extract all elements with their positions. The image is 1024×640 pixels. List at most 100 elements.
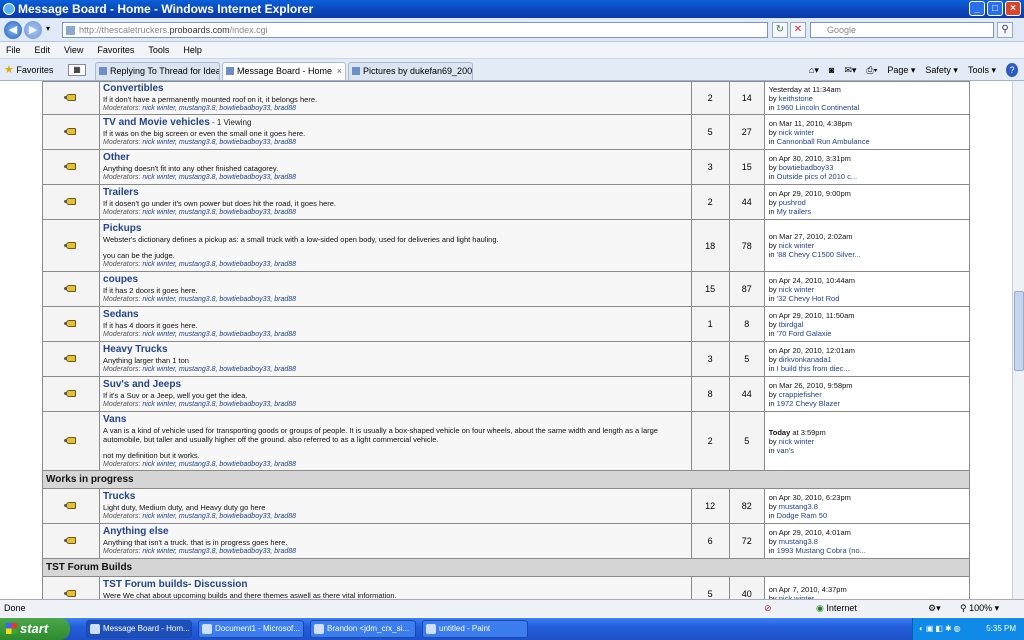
forum-description: If it has 4 doors it goes here. (103, 321, 198, 330)
moderators-links[interactable]: nick winter, mustang3.8, bowtiebadboy33,… (142, 105, 296, 112)
print-icon[interactable]: ⎙▾ (866, 63, 877, 77)
forum-name-link[interactable]: Pickups (103, 223, 141, 234)
mail-icon[interactable]: ✉▾ (844, 63, 856, 77)
menu-edit[interactable]: Edit (35, 42, 51, 58)
moderators-links[interactable]: nick winter, mustang3.8, bowtiebadboy33,… (142, 261, 296, 268)
no-new-posts-icon (64, 163, 77, 170)
taskbar-item-paint[interactable]: untitled - Paint (422, 620, 528, 638)
last-post-date: on Mar 27, 2010, 2:02am (769, 232, 965, 241)
popup-blocked-icon[interactable]: ⊘ (764, 600, 772, 617)
stop-icon[interactable]: ✕ (790, 22, 806, 38)
zoom-control[interactable]: ⚲ 100% ▾ (960, 600, 999, 617)
last-post-user-link[interactable]: nick winter (779, 437, 814, 446)
last-post-user-link[interactable]: nick winter (779, 128, 814, 137)
last-post-date-text: on Apr 30, 2010, 6:23pm (768, 492, 851, 502)
last-post-user-link[interactable]: nick winter (779, 285, 814, 294)
forum-name-link[interactable]: Heavy Trucks (103, 344, 168, 355)
menu-tools[interactable]: Tools (148, 42, 169, 58)
forum-name-link[interactable]: TV and Movie vehicles (103, 117, 210, 128)
forum-name-link[interactable]: Trucks (103, 491, 135, 502)
last-post-thread-link[interactable]: Cannonball Run Ambulance (777, 137, 870, 146)
close-tab-icon[interactable]: × (337, 63, 342, 79)
back-icon[interactable]: ◀ (4, 21, 22, 39)
forum-name-link[interactable]: Vans (103, 414, 126, 425)
last-post-user-link[interactable]: pushrod (779, 198, 806, 207)
favorites-button[interactable]: ★ Favorites (4, 63, 53, 77)
last-post-thread-link[interactable]: 1993 Mustang Cobra (no... (777, 546, 866, 555)
tab-replying[interactable]: Replying To Thread for Ideas... (95, 62, 220, 80)
forum-name-link[interactable]: Suv's and Jeeps (103, 379, 181, 390)
last-post-user-link[interactable]: bowtiebadboy33 (779, 163, 834, 172)
close-button[interactable]: × (1005, 1, 1021, 16)
last-post-user-link[interactable]: mustang3.8 (779, 502, 818, 511)
last-post-thread-link[interactable]: Dodge Ram 50 (777, 511, 827, 520)
scrollbar-thumb[interactable] (1014, 291, 1024, 371)
forum-name-link[interactable]: Other (103, 152, 130, 163)
forum-name-link[interactable]: Anything else (103, 526, 169, 537)
forum-name-link[interactable]: TST Forum builds- Discussion (103, 579, 247, 590)
last-post-user-link[interactable]: crappiefisher (779, 390, 822, 399)
moderators-links[interactable]: nick winter, mustang3.8, bowtiebadboy33,… (142, 209, 296, 216)
vertical-scrollbar[interactable] (1012, 81, 1024, 599)
moderators-links[interactable]: nick winter, mustang3.8, bowtiebadboy33,… (142, 513, 296, 520)
moderators-links[interactable]: nick winter, mustang3.8, bowtiebadboy33,… (142, 548, 296, 555)
taskbar-item-mail[interactable]: Brandon <jdm_crx_si... (310, 620, 416, 638)
tools-menu[interactable]: Tools ▾ (968, 63, 996, 77)
menu-favorites[interactable]: Favorites (97, 42, 134, 58)
taskbar-item-ie[interactable]: Message Board - Hom... (86, 620, 192, 638)
last-post-date-text: on Apr 30, 2010, 3:31pm (768, 153, 851, 163)
page-menu[interactable]: Page ▾ (887, 63, 915, 77)
search-icon[interactable]: ⚲ (997, 22, 1013, 38)
refresh-icon[interactable]: ↻ (772, 22, 788, 38)
history-dropdown-icon[interactable]: ▾ (46, 24, 50, 33)
last-post-thread-link[interactable]: 1960 Lincoln Continental (777, 103, 860, 112)
minimize-button[interactable]: _ (969, 1, 985, 16)
protected-mode-icon[interactable]: ⚙▾ (928, 600, 941, 617)
last-post-user-link[interactable]: mustang3.8 (779, 537, 818, 546)
taskbar-item-word[interactable]: Document1 - Microsof... (198, 620, 304, 638)
address-input[interactable]: http://thescaletruckers.proboards.com/in… (62, 22, 768, 38)
moderators-links[interactable]: nick winter, mustang3.8, bowtiebadboy33,… (142, 139, 296, 146)
forum-name-link[interactable]: Trailers (103, 187, 139, 198)
zone-indicator[interactable]: ◉ Internet (816, 600, 857, 617)
forum-name-link[interactable]: Sedans (103, 309, 139, 320)
feeds-icon[interactable]: ◙ (829, 63, 834, 77)
last-post-user-link[interactable]: nick winter (779, 241, 814, 250)
moderators-links[interactable]: nick winter, mustang3.8, bowtiebadboy33,… (142, 174, 296, 181)
forward-icon[interactable]: ▶ (24, 21, 42, 39)
last-post-user-link[interactable]: dirkvonkanada1 (779, 355, 832, 364)
help-icon[interactable]: ? (1006, 63, 1018, 77)
moderators-links[interactable]: nick winter, mustang3.8, bowtiebadboy33,… (142, 366, 296, 373)
search-input[interactable]: Google (810, 22, 994, 38)
last-post-thread-link[interactable]: '88 Chevy C1500 Silver... (777, 250, 861, 259)
last-post-thread-link[interactable]: '70 Ford Galaxie (777, 329, 832, 338)
maximize-button[interactable]: □ (987, 1, 1003, 16)
last-post-thread-link[interactable]: 1972 Chevy Blazer (777, 399, 840, 408)
category-title[interactable]: Works in progress (42, 470, 970, 489)
last-post-thread-link[interactable]: Outside pics of 2010 c... (777, 172, 857, 181)
start-button[interactable]: start (0, 618, 70, 640)
menu-help[interactable]: Help (183, 42, 202, 58)
forum-name-link[interactable]: Convertibles (103, 83, 164, 94)
category-title[interactable]: TST Forum Builds (42, 558, 970, 577)
last-post-thread-link[interactable]: '32 Chevy Hot Rod (777, 294, 840, 303)
quick-tabs-icon[interactable]: ▦ (68, 64, 86, 76)
menu-view[interactable]: View (64, 42, 83, 58)
tab-pictures[interactable]: Pictures by dukefan69_2009 ... (348, 62, 473, 80)
home-icon[interactable]: ⌂▾ (809, 63, 819, 77)
moderators-links[interactable]: nick winter, mustang3.8, bowtiebadboy33,… (142, 401, 296, 408)
moderators-links[interactable]: nick winter, mustang3.8, bowtiebadboy33,… (142, 461, 296, 468)
forum-name-link[interactable]: coupes (103, 274, 138, 285)
last-post-user-link[interactable]: tbirdgal (779, 320, 804, 329)
last-post-thread-link[interactable]: My trailers (777, 207, 812, 216)
tab-message-board[interactable]: Message Board - Home × (222, 62, 346, 80)
tray-icons[interactable]: ◐▣◧✱◍ (919, 618, 963, 640)
window-titlebar[interactable]: Message Board - Home - Windows Internet … (0, 0, 1024, 18)
last-post-thread-link[interactable]: van's (777, 446, 794, 455)
last-post-user-link[interactable]: keithstone (779, 94, 813, 103)
last-post-thread-link[interactable]: I build this from diec... (777, 364, 850, 373)
safety-menu[interactable]: Safety ▾ (925, 63, 958, 77)
moderators-links[interactable]: nick winter, mustang3.8, bowtiebadboy33,… (142, 296, 296, 303)
menu-file[interactable]: File (6, 42, 21, 58)
moderators-links[interactable]: nick winter, mustang3.8, bowtiebadboy33,… (142, 331, 296, 338)
